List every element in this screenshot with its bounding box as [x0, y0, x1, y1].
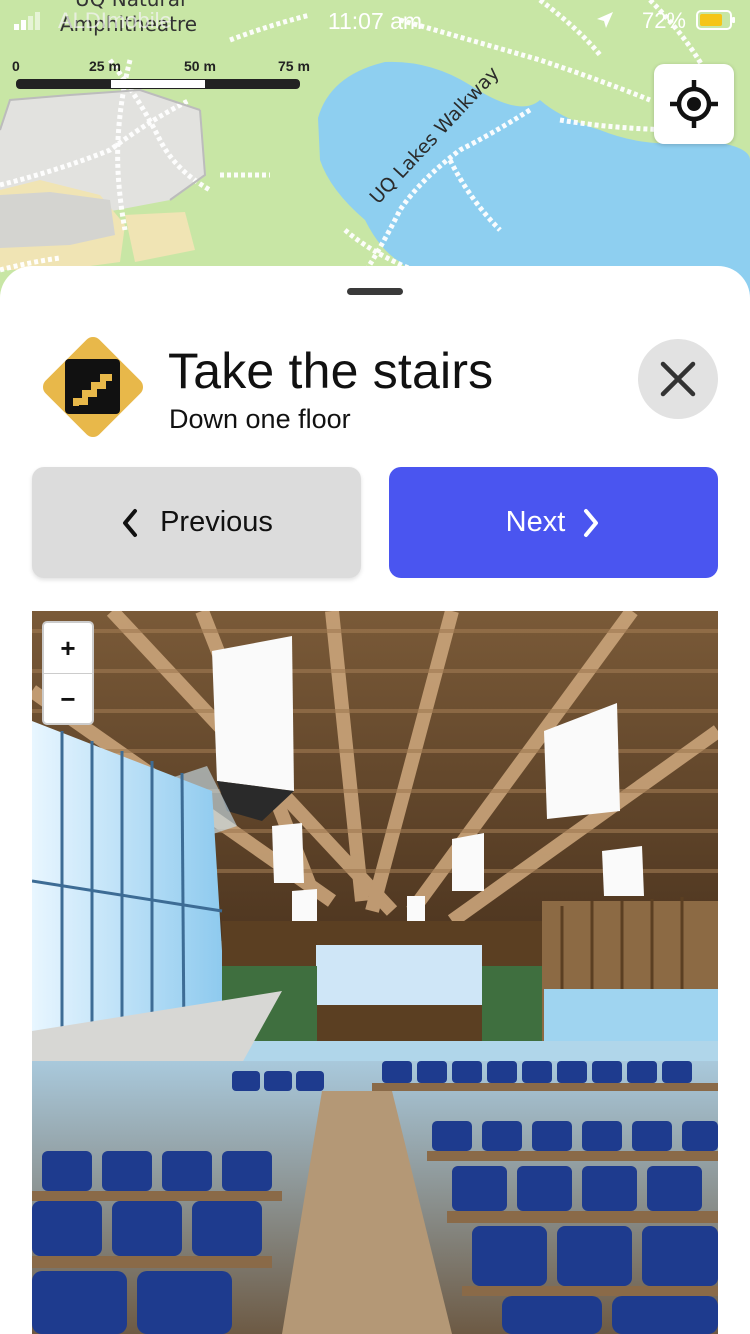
- map[interactable]: UQ Natural Amphitheatre UQ Lakes Walkway…: [0, 0, 750, 300]
- battery-icon: [696, 10, 735, 30]
- sheet-grabber[interactable]: [347, 288, 403, 295]
- status-bar: ALDImobile 11:07 am 72%: [0, 0, 750, 40]
- location-arrow-icon: [597, 12, 613, 28]
- crosshair-icon: [670, 80, 718, 128]
- zoom-out-button[interactable]: −: [44, 674, 92, 724]
- next-button-label: Next: [505, 506, 566, 538]
- stairs-icon: [42, 336, 144, 438]
- close-icon: [660, 361, 696, 397]
- battery-percent: 72%: [641, 8, 686, 33]
- instruction-subtitle: Down one floor: [169, 404, 351, 434]
- status-time: 11:07 am: [327, 8, 423, 34]
- zoom-control: + −: [42, 621, 94, 725]
- previous-button[interactable]: Previous: [32, 467, 361, 578]
- map-background: UQ Natural Amphitheatre UQ Lakes Walkway: [0, 0, 750, 300]
- locate-me-button[interactable]: [654, 64, 734, 144]
- zoom-in-button[interactable]: +: [44, 623, 92, 674]
- scale-tick-50: 50 m: [184, 58, 216, 74]
- directions-sheet: Take the stairs Down one floor Previous …: [0, 266, 750, 1334]
- panorama-viewer[interactable]: + −: [32, 611, 718, 1334]
- scale-tick-25: 25 m: [89, 58, 121, 74]
- map-scale-bar: 0 25 m 50 m 75 m: [12, 58, 312, 98]
- previous-button-label: Previous: [160, 506, 273, 538]
- chevron-right-icon: [584, 508, 599, 537]
- instruction-title: Take the stairs: [168, 343, 494, 399]
- chevron-left-icon: [123, 508, 138, 537]
- close-button[interactable]: [638, 339, 718, 419]
- panorama-image: [32, 611, 718, 1334]
- scale-bar-graphic: [16, 79, 300, 89]
- next-button[interactable]: Next: [389, 467, 718, 578]
- scale-tick-0: 0: [12, 58, 20, 74]
- scale-tick-75: 75 m: [278, 58, 310, 74]
